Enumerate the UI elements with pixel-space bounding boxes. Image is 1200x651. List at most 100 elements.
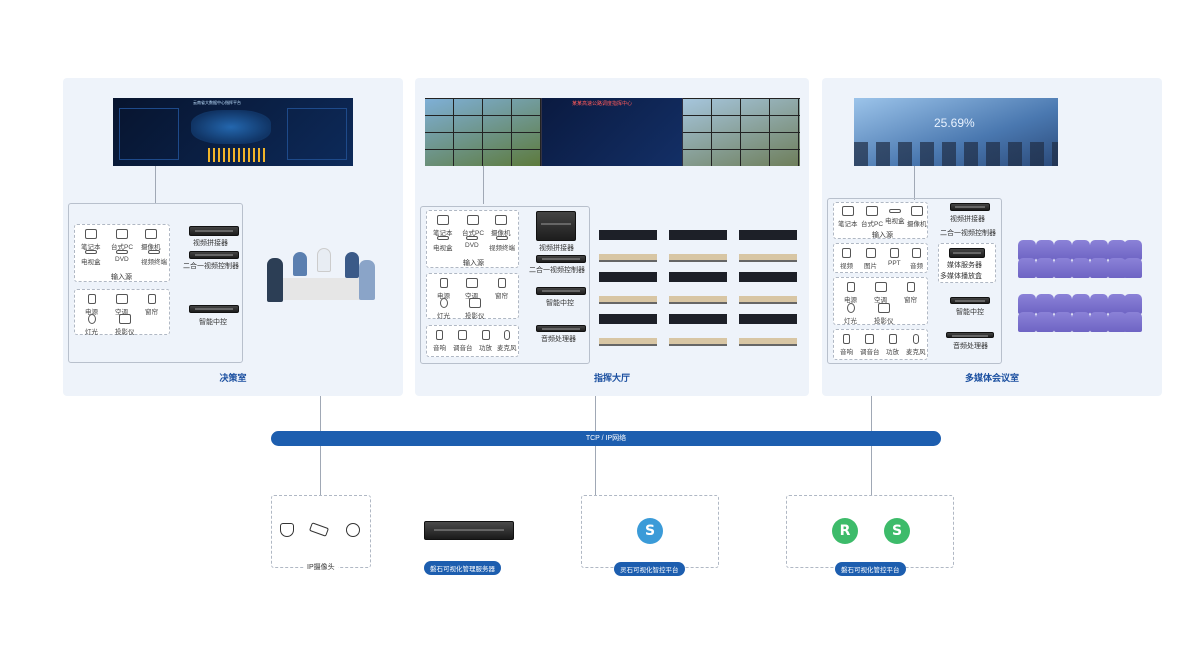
- multimedia-room-panel: 25.69% 笔记本 台式PC 电视盒 摄像机 输入源 视频 图片 PPT 音频…: [822, 78, 1162, 396]
- decision-room-title: 决策室: [219, 373, 247, 383]
- image-icon: 图片: [864, 248, 877, 270]
- seat: [1036, 294, 1054, 314]
- workstation: [599, 314, 657, 346]
- seat: [1018, 294, 1036, 314]
- panshi-s-logo-icon: S: [884, 518, 910, 544]
- multimedia-room-title: 多媒体会议室: [964, 373, 1019, 383]
- ptz-camera-icon: [346, 523, 360, 537]
- seat: [1036, 240, 1054, 260]
- tcp-ip-network-bus: TCP / IP网络: [271, 431, 941, 446]
- input-source-box: 笔记本 台式PC 电视盒 摄像机 输入源: [833, 202, 928, 239]
- input-source-label: 输入源: [872, 232, 893, 239]
- seat: [1018, 312, 1036, 332]
- bullet-camera-icon: [309, 522, 329, 537]
- lingshi-s-logo-icon: S: [637, 518, 663, 544]
- seat: [1090, 312, 1108, 332]
- panshi-platform-label: 磐石可视化管控平台: [835, 562, 906, 576]
- seat: [1090, 240, 1108, 260]
- lingshi-platform-label: 灵石可视化智控平台: [614, 562, 685, 576]
- ip-camera-box: IP摄像头: [271, 495, 371, 572]
- power-icon: 电源: [844, 282, 857, 304]
- video-terminal-icon: 视频终端: [141, 250, 167, 266]
- curtain-icon: 窗帘: [904, 282, 917, 304]
- auditorium-seating-bottom: [1018, 294, 1142, 334]
- meeting-illustration: [261, 240, 385, 325]
- mixer-icon: 调音台: [860, 334, 880, 356]
- light-icon: 灯光: [844, 303, 857, 325]
- seat: [1036, 258, 1054, 278]
- air-conditioner-icon: 空调: [465, 278, 478, 300]
- video-controller-device: [189, 251, 239, 259]
- desktop-pc-icon: 台式PC: [111, 229, 133, 251]
- central-control-device: [189, 305, 239, 313]
- media-server-box: 媒体服务器 多媒体播放盒: [938, 243, 996, 283]
- world-map: [191, 110, 271, 144]
- video-splicer-label: 视频拼接器: [950, 216, 985, 223]
- command-equipment-box: 笔记本 台式PC 摄像机 电视盒 DVD 视频终端 输入源 电源 空调 窗帘 灯…: [420, 206, 590, 364]
- input-source-label: 输入源: [463, 260, 484, 267]
- seat: [1072, 258, 1090, 278]
- tv-box-icon: 电视盒: [885, 206, 905, 225]
- microphone-icon: 麦克风: [906, 334, 926, 356]
- tv-box-icon: 电视盒: [433, 236, 453, 252]
- decision-room-panel: 云南省大数据中心指挥平台 笔记本 台式PC 摄像机 电视盒 DVD 视频终端 输…: [63, 78, 403, 396]
- chart-bars: [208, 148, 268, 162]
- video-controller-label: 二合一视频控制器: [529, 267, 585, 274]
- audience-silhouettes: [854, 142, 1058, 166]
- command-hall-panel: 某某高速公路调度指挥中心 笔记本 台式PC 摄像机 电视盒 DVD 视频终端 输…: [415, 78, 809, 396]
- camera-icon: 摄像机: [141, 229, 161, 251]
- seat: [1124, 312, 1142, 332]
- curtain-icon: 窗帘: [495, 278, 508, 300]
- camera-feed-grid-right: [683, 98, 800, 166]
- seat: [1072, 240, 1090, 260]
- central-control-label: 智能中控: [956, 309, 984, 316]
- media-server-device: [949, 248, 985, 258]
- person-4: [345, 252, 359, 278]
- management-server-device: [424, 521, 514, 540]
- connector-line: [914, 166, 915, 200]
- video-controller-label: 二合一视频控制器: [183, 263, 239, 270]
- multimedia-bus-connector: [871, 396, 872, 431]
- audio-box: 音响 调音台 功放 麦克风: [833, 329, 928, 360]
- laptop-icon: 笔记本: [838, 206, 858, 228]
- lingshi-bus-connector: [595, 446, 596, 495]
- video-terminal-icon: 视频终端: [489, 236, 515, 252]
- mixer-icon: 调音台: [453, 330, 473, 352]
- seat: [1072, 312, 1090, 332]
- left-widgets: [119, 108, 179, 160]
- seat: [1124, 240, 1142, 260]
- person-3: [317, 248, 331, 272]
- microphone-icon: 麦克风: [497, 330, 517, 352]
- speaker-icon: 音响: [433, 330, 446, 352]
- video-controller-device: [536, 255, 586, 263]
- connector-line: [483, 166, 484, 204]
- speaker-icon: 音响: [840, 334, 853, 356]
- ppt-icon: PPT: [888, 248, 901, 267]
- laptop-icon: 笔记本: [81, 229, 101, 251]
- panshi-bus-connector: [871, 446, 872, 495]
- seat: [1036, 312, 1054, 332]
- seat: [1054, 294, 1072, 314]
- audio-file-icon: 音频: [910, 248, 923, 270]
- media-server-label: 媒体服务器: [947, 262, 982, 269]
- amplifier-icon: 功放: [886, 334, 899, 356]
- video-controller-label: 二合一视频控制器: [940, 230, 996, 237]
- light-icon: 灯光: [85, 314, 98, 336]
- desktop-pc-icon: 台式PC: [462, 215, 484, 237]
- seat: [1018, 240, 1036, 260]
- seat: [1124, 294, 1142, 314]
- command-hall-title: 指挥大厅: [593, 373, 630, 383]
- person-1: [267, 258, 283, 302]
- multimedia-equipment-box: 笔记本 台式PC 电视盒 摄像机 输入源 视频 图片 PPT 音频 电源 空调 …: [827, 198, 1002, 364]
- central-control-label: 智能中控: [546, 300, 574, 307]
- input-source-box: 笔记本 台式PC 摄像机 电视盒 DVD 视频终端 输入源: [426, 210, 519, 268]
- central-control-device: [536, 287, 586, 295]
- audio-processor-device: [536, 325, 586, 332]
- camera-bus-connector: [320, 446, 321, 495]
- command-video-wall: 某某高速公路调度指挥中心: [425, 98, 800, 166]
- seat: [1018, 258, 1036, 278]
- seat: [1054, 258, 1072, 278]
- environment-box: 电源 空调 窗帘 灯光 投影仪: [833, 277, 928, 325]
- ip-camera-label: IP摄像头: [304, 562, 338, 572]
- workstation: [739, 314, 797, 346]
